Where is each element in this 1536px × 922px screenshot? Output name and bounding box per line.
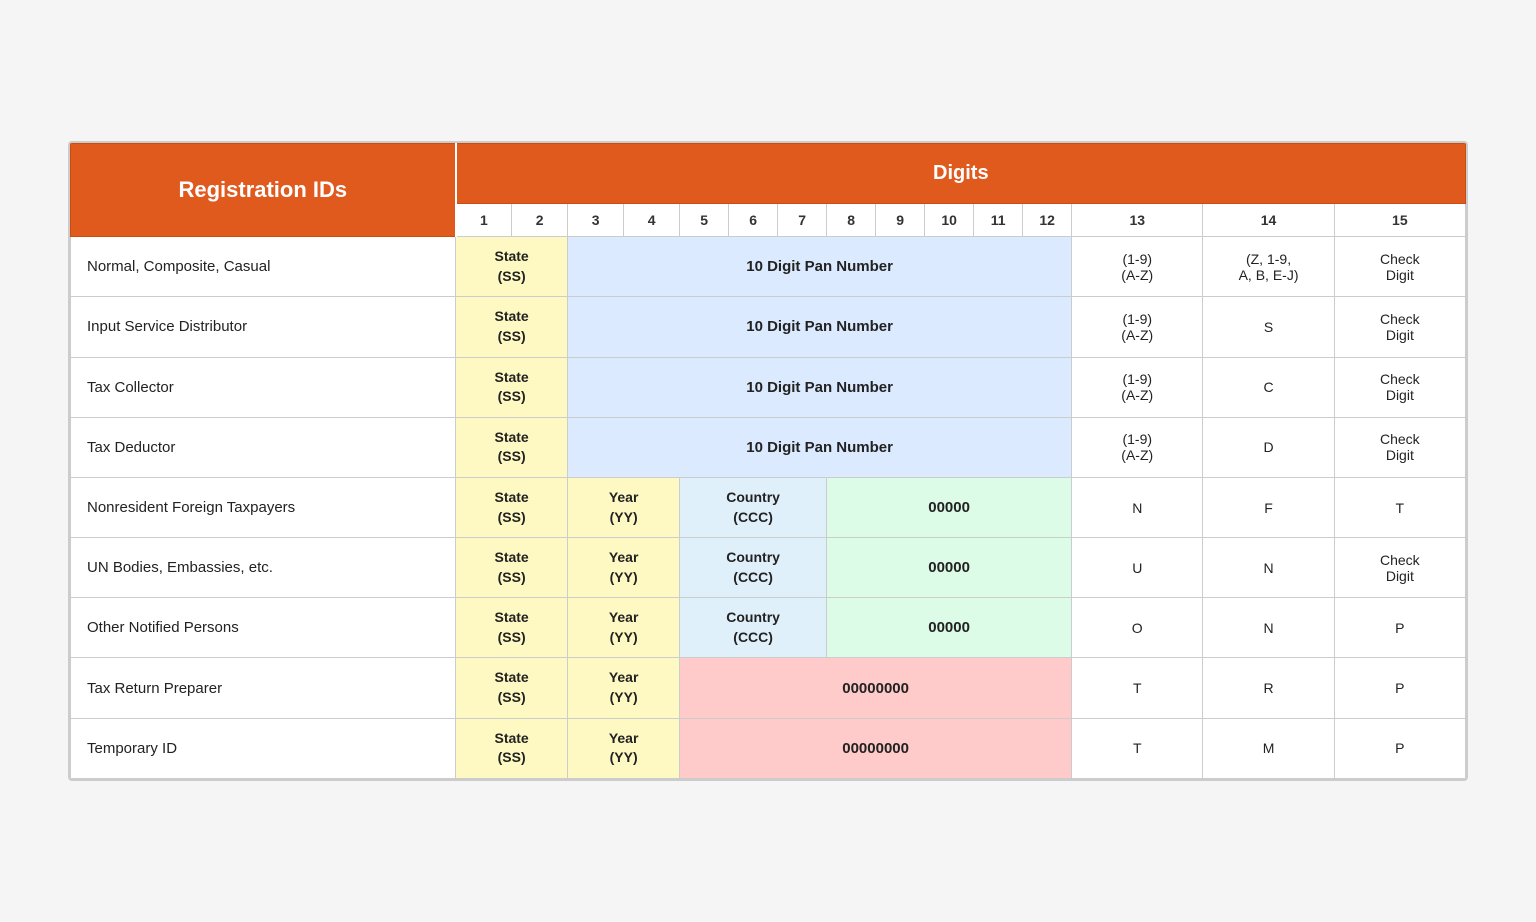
col15-cell: T xyxy=(1334,477,1465,537)
digit-15: 15 xyxy=(1334,204,1465,237)
pan-number-cell: 10 Digit Pan Number xyxy=(568,357,1072,417)
col13-cell: O xyxy=(1072,598,1203,658)
country-ccc-cell: Country (CCC) xyxy=(680,538,827,598)
col15-cell: P xyxy=(1334,658,1465,718)
year-yy-cell: Year (YY) xyxy=(568,477,680,537)
col15-cell: Check Digit xyxy=(1334,297,1465,357)
digit-1: 1 xyxy=(456,204,512,237)
digit-9: 9 xyxy=(876,204,925,237)
zeros-cell: 00000 xyxy=(827,538,1072,598)
year-yy-cell: Year (YY) xyxy=(568,598,680,658)
state-ss-cell: State (SS) xyxy=(456,297,568,357)
digit-5: 5 xyxy=(680,204,729,237)
registration-ids-header: Registration IDs xyxy=(71,144,456,237)
col14-cell: S xyxy=(1203,297,1334,357)
row-label: Normal, Composite, Casual xyxy=(71,237,456,297)
col15-cell: Check Digit xyxy=(1334,357,1465,417)
registration-table: Registration IDs Digits 1 2 3 4 5 6 7 8 … xyxy=(68,141,1468,781)
col14-cell: M xyxy=(1203,718,1334,778)
digit-8: 8 xyxy=(827,204,876,237)
pan-number-cell: 10 Digit Pan Number xyxy=(568,237,1072,297)
col13-cell: N xyxy=(1072,477,1203,537)
country-ccc-cell: Country (CCC) xyxy=(680,598,827,658)
col13-cell: (1-9) (A-Z) xyxy=(1072,357,1203,417)
pan-number-cell: 10 Digit Pan Number xyxy=(568,297,1072,357)
state-ss-cell: State (SS) xyxy=(456,658,568,718)
row-label: Tax Return Preparer xyxy=(71,658,456,718)
col13-cell: (1-9) (A-Z) xyxy=(1072,237,1203,297)
state-ss-cell: State (SS) xyxy=(456,357,568,417)
col14-cell: N xyxy=(1203,598,1334,658)
state-ss-cell: State (SS) xyxy=(456,417,568,477)
col14-cell: (Z, 1-9, A, B, E-J) xyxy=(1203,237,1334,297)
zeros8-cell: 00000000 xyxy=(680,718,1072,778)
col14-cell: R xyxy=(1203,658,1334,718)
col15-cell: Check Digit xyxy=(1334,417,1465,477)
col15-cell: P xyxy=(1334,598,1465,658)
row-label: Tax Collector xyxy=(71,357,456,417)
zeros8-cell: 00000000 xyxy=(680,658,1072,718)
row-label: Input Service Distributor xyxy=(71,297,456,357)
state-ss-cell: State (SS) xyxy=(456,598,568,658)
col15-cell: Check Digit xyxy=(1334,538,1465,598)
col15-cell: Check Digit xyxy=(1334,237,1465,297)
state-ss-cell: State (SS) xyxy=(456,477,568,537)
row-label: Tax Deductor xyxy=(71,417,456,477)
digit-13: 13 xyxy=(1072,204,1203,237)
row-label: Nonresident Foreign Taxpayers xyxy=(71,477,456,537)
col14-cell: D xyxy=(1203,417,1334,477)
year-yy-cell: Year (YY) xyxy=(568,538,680,598)
row-label: Temporary ID xyxy=(71,718,456,778)
col15-cell: P xyxy=(1334,718,1465,778)
digit-12: 12 xyxy=(1023,204,1072,237)
state-ss-cell: State (SS) xyxy=(456,718,568,778)
digit-11: 11 xyxy=(974,204,1023,237)
year-yy-cell: Year (YY) xyxy=(568,718,680,778)
state-ss-cell: State (SS) xyxy=(456,237,568,297)
year-yy-cell: Year (YY) xyxy=(568,658,680,718)
col13-cell: T xyxy=(1072,658,1203,718)
pan-number-cell: 10 Digit Pan Number xyxy=(568,417,1072,477)
row-label: UN Bodies, Embassies, etc. xyxy=(71,538,456,598)
digit-3: 3 xyxy=(568,204,624,237)
col13-cell: (1-9) (A-Z) xyxy=(1072,417,1203,477)
col13-cell: T xyxy=(1072,718,1203,778)
digit-4: 4 xyxy=(624,204,680,237)
digit-14: 14 xyxy=(1203,204,1334,237)
digit-10: 10 xyxy=(925,204,974,237)
zeros-cell: 00000 xyxy=(827,598,1072,658)
zeros-cell: 00000 xyxy=(827,477,1072,537)
state-ss-cell: State (SS) xyxy=(456,538,568,598)
digit-6: 6 xyxy=(729,204,778,237)
col13-cell: U xyxy=(1072,538,1203,598)
digit-7: 7 xyxy=(778,204,827,237)
digit-2: 2 xyxy=(512,204,568,237)
col14-cell: N xyxy=(1203,538,1334,598)
country-ccc-cell: Country (CCC) xyxy=(680,477,827,537)
row-label: Other Notified Persons xyxy=(71,598,456,658)
digits-header: Digits xyxy=(456,144,1466,204)
col14-cell: C xyxy=(1203,357,1334,417)
col14-cell: F xyxy=(1203,477,1334,537)
col13-cell: (1-9) (A-Z) xyxy=(1072,297,1203,357)
